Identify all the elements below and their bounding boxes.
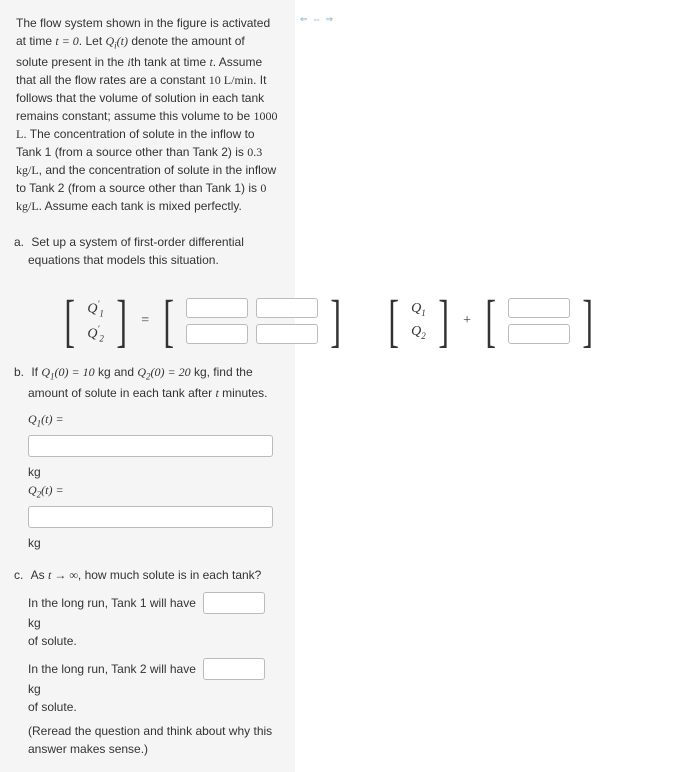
bracket-icon: ] bbox=[331, 296, 342, 346]
drag-handle-icon: ⇐ ⇔ ⇒ bbox=[300, 14, 334, 25]
problem-statement: The flow system shown in the figure is a… bbox=[16, 14, 279, 215]
bracket-icon: [ bbox=[485, 296, 496, 346]
matrix-a11-input[interactable] bbox=[186, 298, 248, 318]
part-c-text: As t → ∞, how much solute is in each tan… bbox=[31, 568, 262, 582]
bracket-icon: ] bbox=[438, 296, 449, 346]
q2t-input[interactable] bbox=[28, 506, 273, 528]
tank1-line: In the long run, Tank 1 will have kg bbox=[28, 592, 279, 632]
of-solute: of solute. bbox=[28, 698, 279, 716]
part-c-label: c. bbox=[14, 566, 28, 584]
matrix-a12-input[interactable] bbox=[256, 298, 318, 318]
of-solute: of solute. bbox=[28, 632, 279, 650]
part-c: c. As t → ∞, how much solute is in each … bbox=[16, 566, 279, 758]
q2t-label: Q2(t) = bbox=[28, 483, 64, 497]
problem-panel: The flow system shown in the figure is a… bbox=[0, 0, 295, 772]
tank1-input[interactable] bbox=[203, 592, 265, 614]
vector-b1-input[interactable] bbox=[508, 298, 570, 318]
reread-hint: (Reread the question and think about why… bbox=[28, 722, 279, 758]
plus-sign: + bbox=[463, 313, 471, 329]
tank2-input[interactable] bbox=[203, 658, 265, 680]
q1t-label: Q1(t) = bbox=[28, 412, 64, 426]
bracket-icon: [ bbox=[164, 296, 175, 346]
equals-sign: = bbox=[141, 313, 149, 329]
kg-unit: kg bbox=[28, 463, 279, 481]
bracket-icon: ] bbox=[583, 296, 594, 346]
matrix-equation: [ Q′1 Q′2 ] = [ ] [ Q1 Q2 ] + [ ] bbox=[60, 296, 665, 346]
q1-prime: Q′1 bbox=[87, 299, 104, 318]
kg-unit: kg bbox=[28, 534, 279, 552]
tank2-line: In the long run, Tank 2 will have kg bbox=[28, 658, 279, 698]
bracket-icon: [ bbox=[388, 296, 399, 346]
part-a-text: Set up a system of first-order different… bbox=[28, 235, 244, 267]
part-b-text: If Q1(0) = 10 kg and Q2(0) = 20 kg, find… bbox=[28, 365, 267, 400]
bracket-icon: [ bbox=[64, 296, 75, 346]
bracket-icon: ] bbox=[116, 296, 127, 346]
vector-b2-input[interactable] bbox=[508, 324, 570, 344]
q2-var: Q2 bbox=[411, 324, 426, 341]
q1-var: Q1 bbox=[411, 301, 426, 318]
part-a-label: a. bbox=[14, 233, 28, 251]
matrix-a22-input[interactable] bbox=[256, 324, 318, 344]
part-b: b. If Q1(0) = 10 kg and Q2(0) = 20 kg, f… bbox=[16, 363, 279, 552]
q1t-input[interactable] bbox=[28, 435, 273, 457]
matrix-a21-input[interactable] bbox=[186, 324, 248, 344]
part-b-label: b. bbox=[14, 363, 28, 381]
q2-prime: Q′2 bbox=[87, 324, 104, 343]
